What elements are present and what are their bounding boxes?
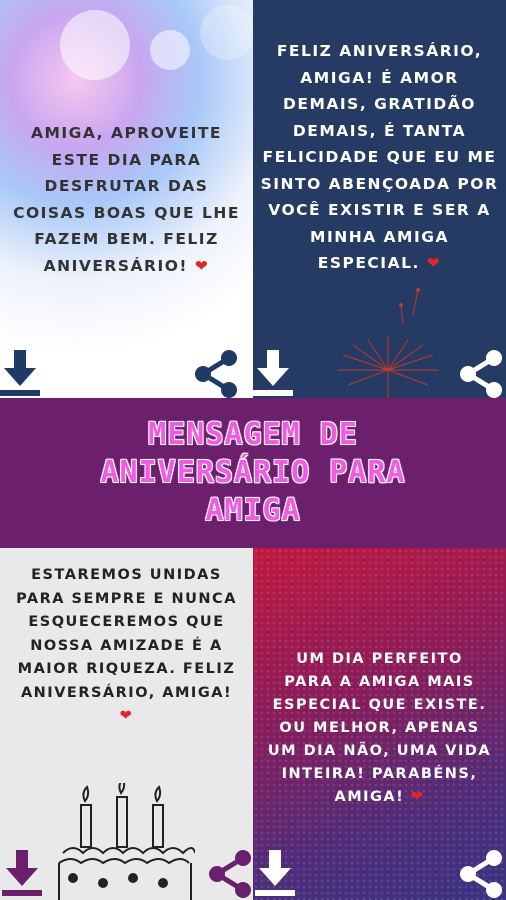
title-line: AMIGA (205, 493, 301, 528)
birthday-cake-illustration (58, 783, 195, 900)
download-icon[interactable] (0, 350, 40, 398)
title-line: ANIVERSÁRIO PARA (100, 455, 406, 490)
message-line: FELICIDADE QUE EU ME (262, 148, 497, 166)
title-line: MENSAGEM DE (148, 417, 358, 452)
message-line: ANIVERSÁRIO! ❤ (43, 256, 210, 275)
message-line: VOCÊ EXISTIR E SER A (268, 201, 491, 219)
message-line: DEMAIS, GRATIDÃO (283, 95, 476, 113)
message-line: MINHA AMIGA (310, 227, 449, 246)
message-line: DEMAIS, É TANTA (292, 121, 467, 140)
message-line: INTEIRA! PARABÉNS, (281, 766, 478, 782)
card-message: AMIGA, APROVEITE ESTE DIA PARA DESFRUTAR… (0, 120, 253, 279)
message-line: ESPECIAL. ❤ (317, 254, 442, 272)
page-title: MENSAGEM DE ANIVERSÁRIO PARA AMIGA (0, 416, 506, 530)
heart-icon: ❤ (119, 708, 134, 724)
message-line: ESPECIAL QUE EXISTE. (272, 697, 487, 713)
message-line: DESFRUTAR DAS (44, 177, 209, 195)
dandelion-illustration (338, 288, 438, 398)
message-line: COISAS BOAS QUE LHE (13, 203, 240, 222)
message-card-2: FELIZ ANIVERSÁRIO, AMIGA! É AMOR DEMAIS,… (253, 0, 506, 398)
title-banner: MENSAGEM DE ANIVERSÁRIO PARA AMIGA (0, 398, 506, 548)
message-card-1: AMIGA, APROVEITE ESTE DIA PARA DESFRUTAR… (0, 0, 253, 398)
share-icon[interactable] (458, 350, 504, 398)
card-message: FELIZ ANIVERSÁRIO, AMIGA! É AMOR DEMAIS,… (253, 38, 506, 277)
card-message: UM DIA PERFEITO PARA A AMIGA MAIS ESPECI… (253, 648, 506, 809)
message-line: OU MELHOR, APENAS (279, 720, 480, 736)
message-line: AMIGA! ❤ (334, 789, 425, 805)
card-message: ESTAREMOS UNIDAS PARA SEMPRE E NUNCA ESQ… (0, 564, 253, 729)
heart-icon: ❤ (426, 254, 442, 272)
message-line: ESTAREMOS UNIDAS (31, 567, 222, 583)
share-icon[interactable] (207, 850, 253, 898)
heart-icon: ❤ (410, 789, 425, 805)
message-line: PARA SEMPRE E NUNCA (16, 590, 237, 607)
share-icon[interactable] (193, 350, 239, 398)
message-line: AMIGA! É AMOR (300, 68, 459, 87)
message-line: SINTO ABENÇOADA POR (260, 174, 499, 193)
download-icon[interactable] (255, 850, 295, 898)
message-line: AMIGA, APROVEITE (30, 124, 223, 142)
bokeh-decoration (60, 10, 130, 80)
message-line: FELIZ ANIVERSÁRIO, (276, 42, 483, 60)
message-line: UM DIA PERFEITO (296, 651, 463, 667)
message-line: ❤ (6, 705, 247, 729)
heart-icon: ❤ (194, 256, 210, 275)
bokeh-decoration (200, 5, 253, 60)
message-line: NOSSA AMIZADE É A (30, 637, 223, 654)
share-icon[interactable] (458, 850, 504, 898)
download-icon[interactable] (2, 850, 42, 898)
message-line: ESQUECEREMOS QUE (28, 614, 225, 630)
message-line: MAIOR RIQUEZA. FELIZ (17, 661, 236, 677)
message-line: UM DIA NÃO, UMA VIDA (267, 743, 492, 759)
message-line: PARA A AMIGA MAIS (284, 674, 475, 690)
message-line: ESTE DIA PARA (51, 150, 202, 169)
bokeh-decoration (150, 30, 190, 70)
download-icon[interactable] (253, 350, 293, 398)
message-line: FAZEM BEM. FELIZ (34, 230, 219, 248)
message-card-4: UM DIA PERFEITO PARA A AMIGA MAIS ESPECI… (253, 548, 506, 900)
message-line: ANIVERSÁRIO, AMIGA! (20, 684, 233, 701)
message-card-3: ESTAREMOS UNIDAS PARA SEMPRE E NUNCA ESQ… (0, 548, 253, 900)
